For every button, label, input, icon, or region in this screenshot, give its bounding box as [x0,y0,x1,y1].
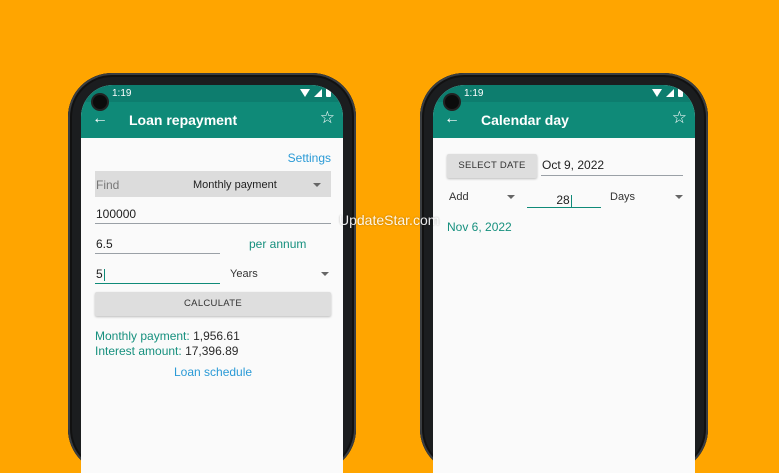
status-time: 1:19 [112,88,132,99]
camera-icon [93,95,107,109]
watermark-text: UpdateStar.com [339,212,440,228]
amount-value: 28 [556,193,572,207]
screen-right: 1:19 ← Calendar day ☆ SELECT DATE Oct 9,… [433,85,695,473]
back-arrow-icon[interactable]: ← [444,110,460,128]
principal-field[interactable]: 100000 [95,204,331,224]
term-value: 5 [96,267,105,281]
rate-value: 6.5 [96,237,113,251]
find-spinner[interactable]: Find Monthly payment [95,171,331,197]
signal-icon [314,88,322,97]
text-cursor [570,194,572,207]
app-toolbar: ← Calendar day ☆ [433,102,695,138]
chevron-down-icon [313,183,321,187]
phone-left: 1:19 ← Loan repayment ☆ Settings Find Mo… [68,73,356,473]
date-field[interactable]: Oct 9, 2022 [541,156,683,176]
system-icons [652,88,683,97]
phone-right: 1:19 ← Calendar day ☆ SELECT DATE Oct 9,… [420,73,708,473]
page-title: Calendar day [481,112,569,128]
battery-icon [326,88,331,97]
select-date-button[interactable]: SELECT DATE [447,154,537,178]
date-value: Oct 9, 2022 [542,158,605,172]
term-unit-spinner[interactable]: Years [227,264,331,284]
star-icon[interactable]: ☆ [672,109,687,127]
status-bar: 1:19 [81,85,343,102]
wifi-icon [652,88,662,97]
status-bar: 1:19 [433,85,695,102]
interest-amount-value: 17,396.89 [185,344,239,358]
interest-amount-label: Interest amount: [95,344,182,358]
status-time: 1:19 [464,88,484,99]
chevron-down-icon [675,195,683,199]
wifi-icon [300,88,310,97]
loan-form: Settings Find Monthly payment 100000 6.5… [81,138,343,473]
system-icons [300,88,331,97]
interest-amount-result: Interest amount: 17,396.89 [95,344,238,358]
settings-link[interactable]: Settings [288,151,331,165]
page-title: Loan repayment [129,112,238,128]
result-date: Nov 6, 2022 [447,220,512,234]
term-unit-value: Years [230,268,258,280]
rate-field[interactable]: 6.5 [95,234,220,254]
term-field[interactable]: 5 [95,264,220,284]
star-icon[interactable]: ☆ [320,109,335,127]
unit-spinner[interactable]: Days [608,188,683,206]
amount-field[interactable]: 28 [527,188,601,208]
text-cursor [103,268,105,281]
principal-value: 100000 [96,207,137,221]
screen-left: 1:19 ← Loan repayment ☆ Settings Find Mo… [81,85,343,473]
calendar-form: SELECT DATE Oct 9, 2022 Add 28 Days Nov … [433,138,695,473]
monthly-payment-value: 1,956.61 [193,329,240,343]
back-arrow-icon[interactable]: ← [92,110,108,128]
find-value: Monthly payment [193,179,277,191]
chevron-down-icon [507,195,515,199]
app-toolbar: ← Loan repayment ☆ [81,102,343,138]
chevron-down-icon [321,272,329,276]
calculate-button[interactable]: CALCULATE [95,292,331,316]
loan-schedule-link[interactable]: Loan schedule [174,365,252,379]
battery-icon [678,88,683,97]
operation-spinner[interactable]: Add [447,188,515,206]
signal-icon [666,88,674,97]
find-label: Find [96,178,120,192]
unit-value: Days [610,191,636,203]
camera-icon [445,95,459,109]
operation-value: Add [449,191,469,203]
rate-unit-label: per annum [249,237,307,251]
monthly-payment-result: Monthly payment: 1,956.61 [95,329,240,343]
monthly-payment-label: Monthly payment: [95,329,190,343]
